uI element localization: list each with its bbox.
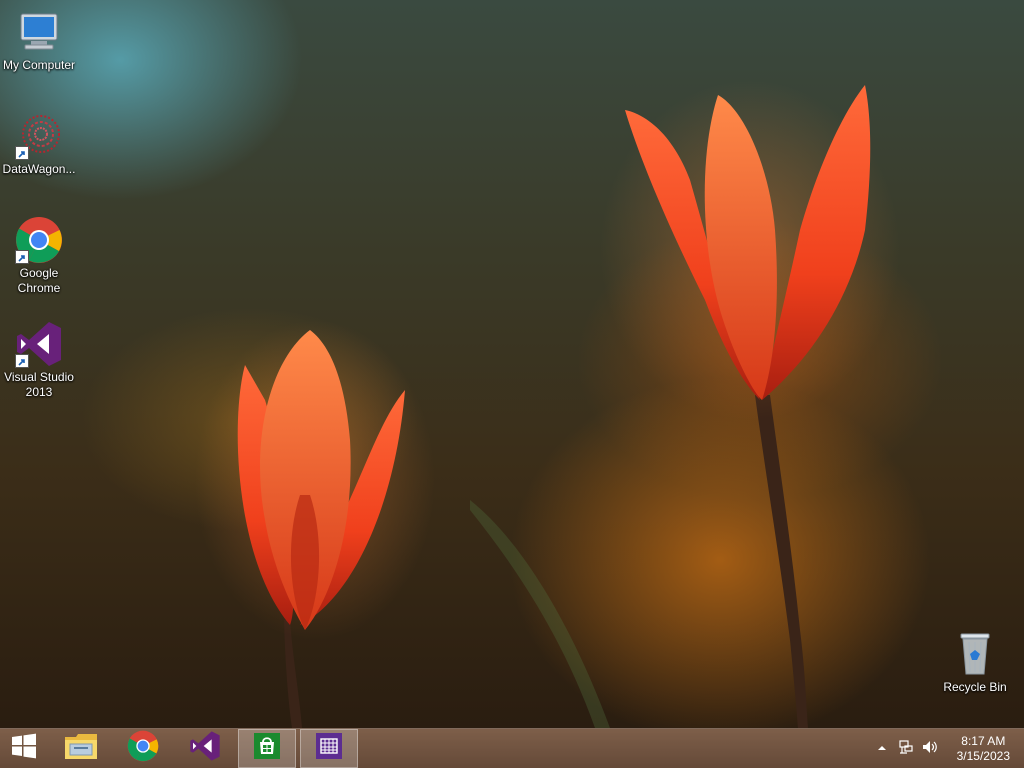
desktop-icon-recycle-bin[interactable]: Recycle Bin bbox=[936, 630, 1014, 695]
shortcut-arrow-icon bbox=[15, 250, 29, 264]
volume-icon bbox=[922, 739, 938, 760]
desktop-icon-label: My Computer bbox=[2, 58, 76, 72]
desktop-icon-label: DataWagon... bbox=[2, 162, 76, 176]
desktop-icon-my-computer[interactable]: My Computer bbox=[0, 8, 78, 73]
recycle-bin-icon bbox=[951, 630, 999, 678]
taskbar-chrome-button[interactable] bbox=[114, 729, 172, 768]
desktop-icon-label: Google Chrome bbox=[17, 266, 61, 295]
tulip-wallpaper bbox=[195, 80, 900, 728]
computer-icon bbox=[15, 8, 63, 56]
visual-studio-icon bbox=[189, 730, 221, 767]
volume-tray-button[interactable] bbox=[922, 739, 938, 760]
taskbar-clock[interactable]: 8:17 AM 3/15/2023 bbox=[957, 734, 1010, 764]
desktop-icon-label: Recycle Bin bbox=[943, 680, 1007, 694]
desktop-icon-datawagon[interactable]: DataWagon... bbox=[0, 112, 78, 177]
desktop-icon-label: Visual Studio 2013 bbox=[4, 370, 74, 399]
start-button[interactable] bbox=[0, 729, 48, 768]
network-tray-button[interactable] bbox=[898, 739, 914, 760]
chrome-icon bbox=[127, 730, 159, 767]
desktop-icon-visual-studio-2013[interactable]: Visual Studio 2013 bbox=[0, 320, 78, 400]
show-hidden-icons-icon bbox=[877, 740, 887, 758]
visual-studio-icon bbox=[15, 320, 63, 368]
taskbar-file-explorer-button[interactable] bbox=[52, 729, 110, 768]
store-icon bbox=[253, 732, 281, 765]
shortcut-arrow-icon bbox=[15, 354, 29, 368]
desktop-icon-google-chrome[interactable]: Google Chrome bbox=[0, 216, 78, 296]
datawagon-icon bbox=[15, 112, 63, 160]
clock-time: 8:17 AM bbox=[961, 734, 1006, 748]
taskbar-store-button[interactable] bbox=[238, 729, 296, 768]
clock-date: 3/15/2023 bbox=[956, 749, 1010, 763]
chrome-icon bbox=[15, 216, 63, 264]
calendar-app-icon bbox=[315, 732, 343, 765]
desktop: My Computer DataWagon... Google Chrome V… bbox=[0, 0, 1024, 728]
network-icon bbox=[898, 739, 914, 760]
taskbar-visual-studio-button[interactable] bbox=[176, 729, 234, 768]
show-hidden-icons-button[interactable] bbox=[874, 741, 890, 757]
taskbar-calendar-button[interactable] bbox=[300, 729, 358, 768]
taskbar: 8:17 AM 3/15/2023 bbox=[0, 728, 1024, 768]
shortcut-arrow-icon bbox=[15, 146, 29, 160]
file-explorer-icon bbox=[64, 731, 98, 766]
windows-start-icon bbox=[11, 733, 37, 764]
